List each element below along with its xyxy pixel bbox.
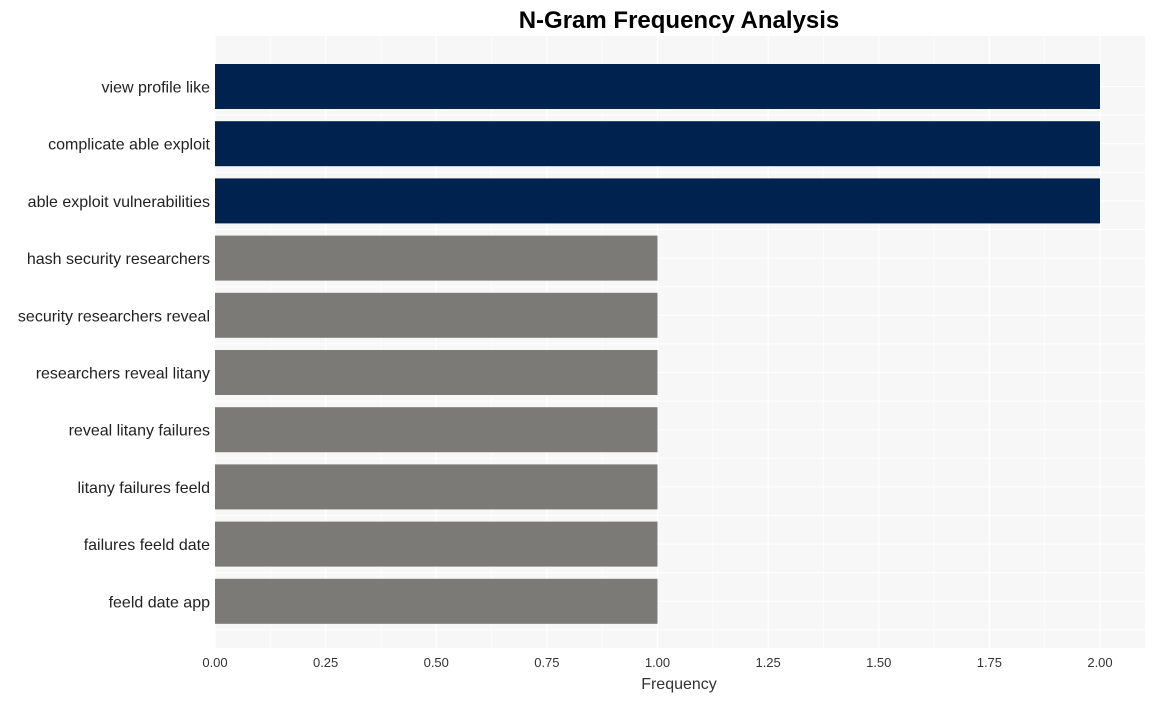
x-tick-label: 0.25 — [313, 655, 338, 670]
y-tick-label: litany failures feeld — [77, 480, 210, 497]
x-tick-label: 2.00 — [1087, 655, 1112, 670]
bar — [215, 178, 1100, 224]
x-tick-label: 1.00 — [645, 655, 670, 670]
y-tick-label: complicate able exploit — [48, 137, 210, 154]
x-tick-label: 1.75 — [977, 655, 1002, 670]
x-tick-label: 0.75 — [534, 655, 559, 670]
bar — [215, 292, 658, 338]
chart-title: N-Gram Frequency Analysis — [519, 7, 840, 34]
bar — [215, 521, 658, 567]
y-tick-label: reveal litany failures — [69, 423, 210, 440]
y-tick-label: researchers reveal litany — [36, 366, 210, 383]
y-tick-label: view profile like — [102, 80, 211, 97]
bar — [215, 407, 658, 453]
chart: view profile like complicate able exploit… — [18, 7, 1145, 693]
x-tick-label: 0.50 — [424, 655, 449, 670]
x-tick-label: 1.25 — [755, 655, 780, 670]
x-tick-label: 0.00 — [202, 655, 227, 670]
y-tick-label: failures feeld date — [84, 537, 210, 554]
bar — [215, 350, 658, 395]
y-tick-label: feeld date app — [109, 594, 211, 611]
y-tick-label: security researchers reveal — [18, 308, 210, 325]
x-axis-label: Frequency — [641, 676, 717, 693]
y-tick-labels: view profile like complicate able exploit… — [18, 80, 211, 612]
bar — [215, 464, 658, 510]
bar — [215, 64, 1100, 109]
y-tick-label: able exploit vulnerabilities — [28, 194, 210, 211]
y-tick-label: hash security researchers — [27, 251, 210, 268]
x-tick-labels: 0.00 0.25 0.50 0.75 1.00 1.25 1.50 1.75 2.00 — [202, 655, 1112, 670]
bar — [215, 578, 658, 624]
bar — [215, 235, 658, 281]
bar — [215, 121, 1100, 167]
x-tick-label: 1.50 — [866, 655, 891, 670]
